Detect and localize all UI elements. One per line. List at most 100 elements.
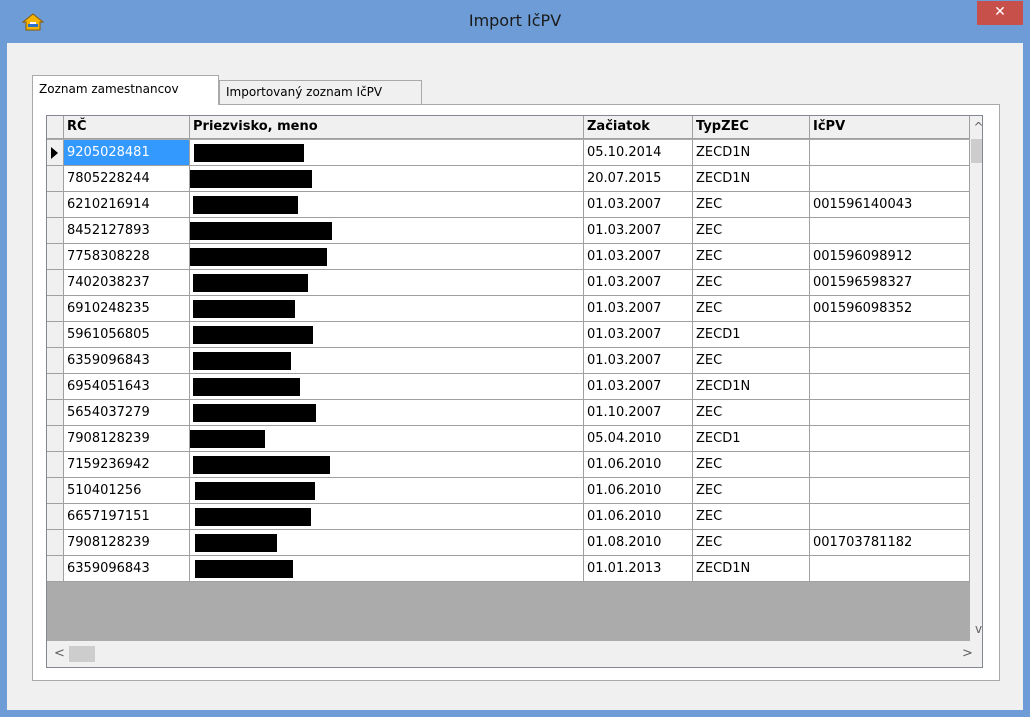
cell-start[interactable]: 05.04.2010	[584, 426, 693, 452]
cell-typ[interactable]: ZECD1N	[693, 140, 810, 166]
cell-icpv[interactable]: 001596098352	[810, 296, 970, 322]
cell-start[interactable]: 20.07.2015	[584, 166, 693, 192]
row-header[interactable]	[47, 192, 64, 218]
table-row[interactable]: 5961056805 01.03.2007 ZECD1	[47, 322, 970, 348]
horizontal-scrollbar[interactable]: < >	[47, 641, 982, 667]
scroll-up-icon[interactable]: ^	[970, 119, 982, 136]
cell-start[interactable]: 01.03.2007	[584, 192, 693, 218]
vertical-scrollbar[interactable]: ^ v	[970, 116, 982, 641]
table-row[interactable]: 6910248235 01.03.2007 ZEC 001596098352	[47, 296, 970, 322]
cell-start[interactable]: 01.08.2010	[584, 530, 693, 556]
cell-name[interactable]	[190, 400, 584, 426]
cell-rc[interactable]: 6910248235	[64, 296, 190, 322]
row-header[interactable]	[47, 556, 64, 582]
scroll-right-icon[interactable]: >	[959, 645, 976, 662]
cell-icpv[interactable]	[810, 348, 970, 374]
cell-typ[interactable]: ZECD1N	[693, 374, 810, 400]
cell-start[interactable]: 01.10.2007	[584, 400, 693, 426]
table-row[interactable]: 7908128239 01.08.2010 ZEC 001703781182	[47, 530, 970, 556]
cell-start[interactable]: 01.06.2010	[584, 452, 693, 478]
vertical-scroll-thumb[interactable]	[971, 139, 982, 163]
cell-start[interactable]: 01.03.2007	[584, 348, 693, 374]
cell-rc[interactable]: 6210216914	[64, 192, 190, 218]
cell-icpv[interactable]	[810, 322, 970, 348]
cell-rc[interactable]: 6359096843	[64, 556, 190, 582]
tab-importovany-zoznam[interactable]: Importovaný zoznam IčPV	[219, 80, 422, 104]
employee-grid[interactable]: RČ Priezvisko, meno Začiatok TypZEC IčPV…	[46, 115, 983, 668]
column-header-typzec[interactable]: TypZEC	[693, 116, 810, 139]
row-header[interactable]	[47, 374, 64, 400]
horizontal-scroll-thumb[interactable]	[69, 646, 95, 662]
cell-name[interactable]	[190, 140, 584, 166]
cell-rc[interactable]: 7159236942	[64, 452, 190, 478]
row-header[interactable]	[47, 452, 64, 478]
cell-start[interactable]: 01.06.2010	[584, 504, 693, 530]
cell-name[interactable]	[190, 530, 584, 556]
table-row[interactable]: 7159236942 01.06.2010 ZEC	[47, 452, 970, 478]
cell-icpv[interactable]	[810, 478, 970, 504]
cell-name[interactable]	[190, 270, 584, 296]
table-row[interactable]: 6954051643 01.03.2007 ZECD1N	[47, 374, 970, 400]
cell-rc[interactable]: 9205028481	[64, 140, 190, 166]
row-header[interactable]	[47, 348, 64, 374]
cell-typ[interactable]: ZEC	[693, 296, 810, 322]
cell-typ[interactable]: ZEC	[693, 530, 810, 556]
cell-rc[interactable]: 7758308228	[64, 244, 190, 270]
cell-typ[interactable]: ZEC	[693, 348, 810, 374]
cell-start[interactable]: 01.03.2007	[584, 270, 693, 296]
cell-name[interactable]	[190, 348, 584, 374]
cell-typ[interactable]: ZEC	[693, 400, 810, 426]
cell-start[interactable]: 01.03.2007	[584, 374, 693, 400]
cell-name[interactable]	[190, 192, 584, 218]
cell-name[interactable]	[190, 556, 584, 582]
cell-name[interactable]	[190, 374, 584, 400]
scroll-down-icon[interactable]: v	[970, 621, 982, 638]
tab-zoznam-zamestnancov[interactable]: Zoznam zamestnancov	[32, 75, 219, 105]
row-header[interactable]	[47, 400, 64, 426]
cell-name[interactable]	[190, 322, 584, 348]
cell-typ[interactable]: ZEC	[693, 504, 810, 530]
cell-rc[interactable]: 7402038237	[64, 270, 190, 296]
cell-rc[interactable]: 6657197151	[64, 504, 190, 530]
table-row[interactable]: 5654037279 01.10.2007 ZEC	[47, 400, 970, 426]
row-header[interactable]	[47, 140, 64, 166]
cell-icpv[interactable]	[810, 374, 970, 400]
cell-rc[interactable]: 8452127893	[64, 218, 190, 244]
title-bar[interactable]: Import IčPV ✕	[0, 0, 1030, 43]
table-row[interactable]: 6657197151 01.06.2010 ZEC	[47, 504, 970, 530]
table-row[interactable]: 510401256 01.06.2010 ZEC	[47, 478, 970, 504]
row-header[interactable]	[47, 296, 64, 322]
cell-icpv[interactable]	[810, 140, 970, 166]
column-header-icpv[interactable]: IčPV	[810, 116, 970, 139]
cell-icpv[interactable]	[810, 400, 970, 426]
table-row[interactable]: 6359096843 01.01.2013 ZECD1N	[47, 556, 970, 582]
cell-name[interactable]	[190, 244, 584, 270]
cell-rc[interactable]: 5961056805	[64, 322, 190, 348]
scroll-left-icon[interactable]: <	[51, 645, 68, 662]
cell-rc[interactable]: 7908128239	[64, 530, 190, 556]
cell-icpv[interactable]: 001596140043	[810, 192, 970, 218]
cell-start[interactable]: 01.03.2007	[584, 218, 693, 244]
cell-icpv[interactable]	[810, 504, 970, 530]
cell-typ[interactable]: ZEC	[693, 478, 810, 504]
row-header[interactable]	[47, 530, 64, 556]
row-header[interactable]	[47, 478, 64, 504]
cell-typ[interactable]: ZEC	[693, 452, 810, 478]
cell-icpv[interactable]	[810, 218, 970, 244]
cell-start[interactable]: 01.01.2013	[584, 556, 693, 582]
cell-icpv[interactable]	[810, 556, 970, 582]
cell-name[interactable]	[190, 504, 584, 530]
row-header[interactable]	[47, 322, 64, 348]
table-row[interactable]: 6359096843 01.03.2007 ZEC	[47, 348, 970, 374]
table-row[interactable]: 6210216914 01.03.2007 ZEC 001596140043	[47, 192, 970, 218]
cell-typ[interactable]: ZECD1N	[693, 166, 810, 192]
row-header[interactable]	[47, 244, 64, 270]
cell-rc[interactable]: 6954051643	[64, 374, 190, 400]
cell-start[interactable]: 01.03.2007	[584, 244, 693, 270]
table-row[interactable]: 7758308228 01.03.2007 ZEC 001596098912	[47, 244, 970, 270]
cell-name[interactable]	[190, 296, 584, 322]
row-header[interactable]	[47, 270, 64, 296]
cell-rc[interactable]: 5654037279	[64, 400, 190, 426]
row-header[interactable]	[47, 426, 64, 452]
cell-rc[interactable]: 510401256	[64, 478, 190, 504]
